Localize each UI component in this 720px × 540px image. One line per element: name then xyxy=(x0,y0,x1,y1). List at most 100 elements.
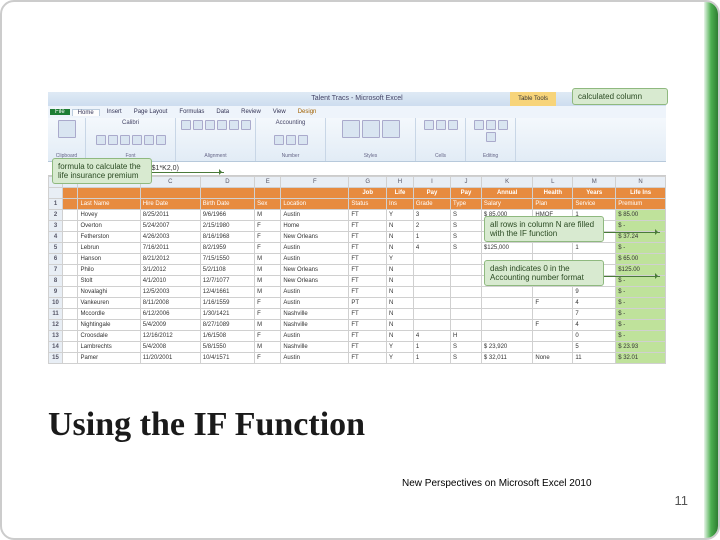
cell[interactable]: Lambrechts xyxy=(78,342,140,353)
cell[interactable]: M xyxy=(255,210,281,221)
cell[interactable]: 11 xyxy=(573,353,616,364)
cell[interactable]: Y xyxy=(387,210,414,221)
tab-insert[interactable]: Insert xyxy=(102,109,127,115)
cell[interactable] xyxy=(63,254,78,265)
cell[interactable] xyxy=(413,298,450,309)
column-header[interactable]: F xyxy=(281,177,349,188)
cell[interactable]: FT xyxy=(349,210,387,221)
cell[interactable] xyxy=(63,276,78,287)
cell[interactable]: $ 32.01 xyxy=(616,353,666,364)
cell[interactable]: 12/7/1077 xyxy=(200,276,254,287)
cell[interactable]: FT xyxy=(349,287,387,298)
row-header[interactable]: 10 xyxy=(49,298,63,309)
cell[interactable]: $ - xyxy=(616,287,666,298)
cell[interactable]: N xyxy=(387,287,414,298)
cell[interactable]: F xyxy=(255,353,281,364)
cell[interactable]: S xyxy=(451,210,482,221)
cell[interactable]: 11/20/2001 xyxy=(140,353,200,364)
cell[interactable]: N xyxy=(387,221,414,232)
cell[interactable]: Novalaghi xyxy=(78,287,140,298)
italic-icon[interactable] xyxy=(108,135,118,145)
cell[interactable]: 9 xyxy=(573,287,616,298)
row-header[interactable] xyxy=(49,188,63,199)
cell[interactable]: PT xyxy=(349,298,387,309)
cell[interactable]: N xyxy=(387,320,414,331)
cell[interactable]: 7 xyxy=(573,309,616,320)
column-header[interactable]: K xyxy=(481,177,532,188)
align-left-icon[interactable] xyxy=(217,120,227,130)
cell[interactable]: M xyxy=(255,276,281,287)
cell[interactable]: Y xyxy=(387,353,414,364)
cell[interactable] xyxy=(533,331,573,342)
cell[interactable] xyxy=(63,353,78,364)
cell[interactable] xyxy=(451,287,482,298)
column-header[interactable]: M xyxy=(573,177,616,188)
row-header[interactable]: 8 xyxy=(49,276,63,287)
cell[interactable] xyxy=(481,309,532,320)
comma-icon[interactable] xyxy=(298,135,308,145)
cell[interactable]: 10/4/1571 xyxy=(200,353,254,364)
cell[interactable] xyxy=(451,309,482,320)
cell[interactable] xyxy=(533,243,573,254)
cell[interactable] xyxy=(63,221,78,232)
cell[interactable]: N xyxy=(387,276,414,287)
row-header[interactable]: 9 xyxy=(49,287,63,298)
cell[interactable]: Y xyxy=(387,254,414,265)
cell[interactable]: Austin xyxy=(281,210,349,221)
tab-file[interactable]: File xyxy=(50,109,70,115)
tab-formulas[interactable]: Formulas xyxy=(174,109,209,115)
underline-icon[interactable] xyxy=(120,135,130,145)
cell[interactable]: N xyxy=(387,309,414,320)
column-header[interactable]: G xyxy=(349,177,387,188)
tab-review[interactable]: Review xyxy=(236,109,266,115)
cell[interactable]: 4 xyxy=(573,320,616,331)
cell[interactable]: 6/12/2006 xyxy=(140,309,200,320)
column-header[interactable]: D xyxy=(200,177,254,188)
cell[interactable] xyxy=(413,287,450,298)
cell[interactable]: 8/2/1959 xyxy=(200,243,254,254)
cell[interactable]: Mccordle xyxy=(78,309,140,320)
cell[interactable]: M xyxy=(255,287,281,298)
paste-icon[interactable] xyxy=(58,120,76,138)
cell[interactable]: 5/4/2009 xyxy=(140,320,200,331)
cell[interactable]: $125,000 xyxy=(481,243,532,254)
cell[interactable]: M xyxy=(255,265,281,276)
find-select-icon[interactable] xyxy=(486,132,496,142)
bold-icon[interactable] xyxy=(96,135,106,145)
cell[interactable] xyxy=(533,287,573,298)
cell[interactable] xyxy=(451,320,482,331)
cell[interactable]: S xyxy=(451,232,482,243)
cell[interactable]: S xyxy=(451,342,482,353)
cell[interactable] xyxy=(481,331,532,342)
row-header[interactable]: 6 xyxy=(49,254,63,265)
conditional-formatting-icon[interactable] xyxy=(342,120,360,138)
cell[interactable] xyxy=(451,276,482,287)
cell[interactable]: 7/15/1550 xyxy=(200,254,254,265)
cell[interactable]: N xyxy=(387,331,414,342)
cell[interactable]: N xyxy=(387,243,414,254)
cell[interactable] xyxy=(63,320,78,331)
column-header[interactable]: J xyxy=(451,177,482,188)
cell[interactable]: Austin xyxy=(281,254,349,265)
currency-icon[interactable] xyxy=(274,135,284,145)
cell[interactable]: F xyxy=(533,320,573,331)
cell[interactable]: 4 xyxy=(413,331,450,342)
column-header[interactable]: N xyxy=(616,177,666,188)
row-header[interactable]: 7 xyxy=(49,265,63,276)
cell[interactable]: 2 xyxy=(413,221,450,232)
cell[interactable]: 1 xyxy=(413,342,450,353)
cell[interactable]: $ 85.00 xyxy=(616,210,666,221)
cell[interactable]: FT xyxy=(349,232,387,243)
cell[interactable]: Austin xyxy=(281,243,349,254)
cell[interactable]: $ 23,920 xyxy=(481,342,532,353)
align-center-icon[interactable] xyxy=(229,120,239,130)
tab-home[interactable]: Home xyxy=(72,109,100,116)
cell[interactable] xyxy=(63,342,78,353)
column-header[interactable]: E xyxy=(255,177,281,188)
cell[interactable]: FT xyxy=(349,331,387,342)
format-cells-icon[interactable] xyxy=(448,120,458,130)
cell[interactable]: 8/11/2008 xyxy=(140,298,200,309)
cell[interactable]: New Orleans xyxy=(281,265,349,276)
cell[interactable]: $ 23.93 xyxy=(616,342,666,353)
cell[interactable] xyxy=(451,254,482,265)
